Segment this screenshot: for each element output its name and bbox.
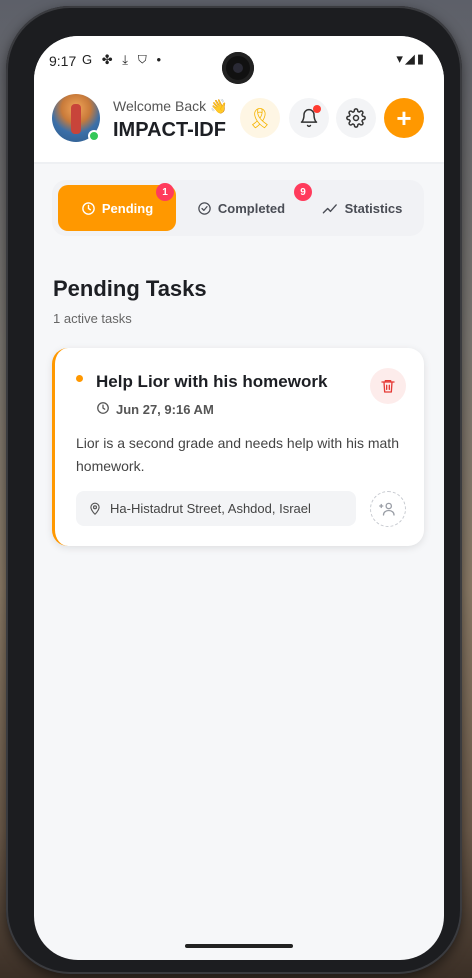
- task-location[interactable]: Ha-Histadrut Street, Ashdod, Israel: [76, 491, 356, 526]
- add-user-icon: [379, 502, 395, 516]
- task-card[interactable]: Help Lior with his homework Jun 27, 9:16…: [52, 348, 424, 546]
- task-count-text: 1 active tasks: [53, 311, 132, 326]
- gear-icon: [346, 108, 366, 128]
- notification-dot: [313, 105, 321, 113]
- clock-icon: [82, 201, 95, 215]
- tab-completed-label: Completed: [217, 200, 286, 216]
- trend-icon: [322, 203, 337, 213]
- notifications-button[interactable]: [289, 98, 329, 138]
- welcome-text: Welcome Back 👋: [113, 98, 228, 114]
- task-time: Jun 27, 9:16 AM: [116, 402, 214, 417]
- online-status-indicator: [88, 130, 100, 142]
- status-notification-icons: G ✤ ⤓ ⛉ •: [82, 52, 165, 67]
- app-screen: 9:17 G ✤ ⤓ ⛉ • ▾◢▮ Welcome Back 👋 IMPACT…: [34, 36, 444, 960]
- task-tabs: Pending 1 Completed 9 Statistics: [52, 180, 424, 236]
- avatar-figure: [71, 104, 81, 134]
- pending-count-badge: 1: [156, 183, 174, 201]
- tab-pending-label: Pending: [101, 200, 154, 216]
- plus-icon: +: [396, 102, 412, 133]
- tab-completed[interactable]: Completed 9: [182, 183, 312, 231]
- assign-volunteer-button[interactable]: [370, 491, 406, 527]
- status-system-icons: ▾◢▮: [396, 51, 426, 66]
- check-circle-icon: [198, 201, 211, 215]
- task-description: Lior is a second grade and needs help wi…: [76, 435, 399, 474]
- phone-frame: 9:17 G ✤ ⤓ ⛉ • ▾◢▮ Welcome Back 👋 IMPACT…: [6, 6, 462, 974]
- delete-task-button[interactable]: [370, 368, 406, 404]
- page-title: Pending Tasks: [53, 276, 207, 301]
- org-name: IMPACT-IDF: [113, 119, 226, 141]
- task-title: Help Lior with his homework: [96, 372, 328, 391]
- clock-icon: [97, 402, 109, 414]
- status-bar: 9:17 G ✤ ⤓ ⛉ • ▾◢▮: [34, 36, 444, 86]
- priority-dot: [76, 375, 83, 382]
- map-pin-icon: [90, 502, 100, 515]
- settings-button[interactable]: [336, 98, 376, 138]
- tab-statistics-label: Statistics: [344, 200, 403, 216]
- trash-icon: [381, 380, 395, 393]
- camera-cutout: [222, 52, 254, 84]
- task-location-text: Ha-Histadrut Street, Ashdod, Israel: [110, 501, 311, 516]
- app-header: Welcome Back 👋 IMPACT-IDF 🎗 +: [34, 86, 444, 164]
- ribbon-icon: 🎗: [247, 107, 273, 130]
- home-indicator[interactable]: [185, 944, 293, 948]
- tab-pending[interactable]: Pending 1: [58, 183, 176, 231]
- tab-statistics[interactable]: Statistics: [306, 185, 418, 231]
- add-task-button[interactable]: +: [384, 98, 424, 138]
- ribbon-button[interactable]: 🎗: [240, 98, 280, 138]
- status-time: 9:17: [49, 53, 77, 69]
